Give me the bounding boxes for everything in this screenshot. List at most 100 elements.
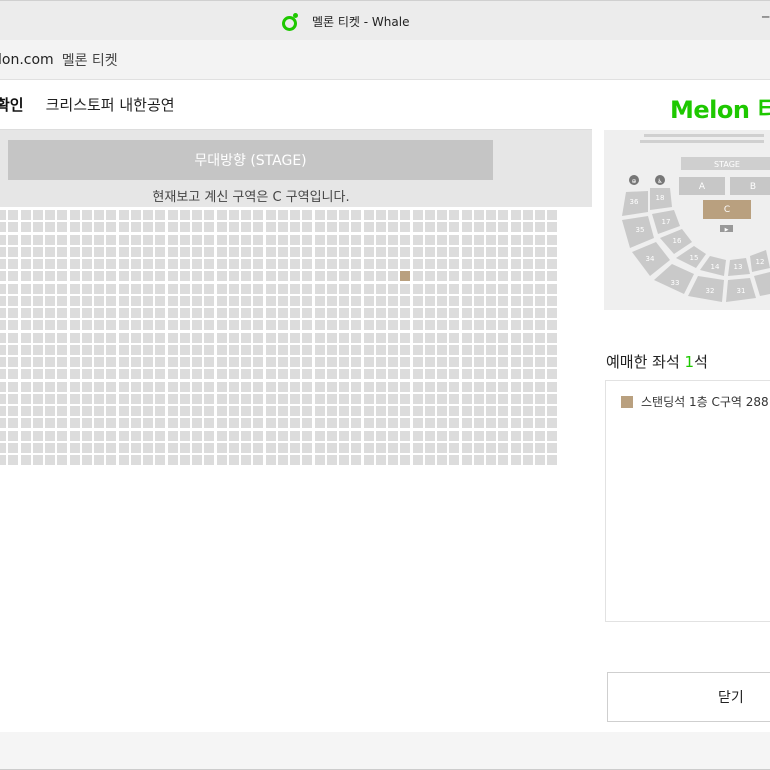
seat[interactable] <box>473 393 484 404</box>
seat[interactable] <box>0 406 6 416</box>
seat[interactable] <box>143 295 153 306</box>
seat[interactable] <box>277 381 288 392</box>
seat[interactable] <box>326 222 337 233</box>
seat[interactable] <box>204 393 215 404</box>
seat[interactable] <box>486 234 496 245</box>
seat[interactable] <box>375 295 386 306</box>
seat[interactable] <box>241 393 251 404</box>
seat[interactable] <box>302 320 313 331</box>
seat[interactable] <box>265 308 276 318</box>
seat[interactable] <box>302 393 313 404</box>
seat[interactable] <box>363 295 374 306</box>
seat[interactable] <box>473 332 484 343</box>
seat[interactable] <box>510 406 521 416</box>
seat[interactable] <box>388 222 398 233</box>
seat[interactable] <box>241 344 251 355</box>
seat[interactable] <box>192 442 202 453</box>
seat[interactable] <box>473 442 484 453</box>
seat[interactable] <box>461 381 472 392</box>
seat[interactable] <box>351 418 362 429</box>
seat[interactable] <box>253 442 264 453</box>
seat[interactable] <box>32 320 43 331</box>
seat[interactable] <box>118 222 129 233</box>
seat[interactable] <box>57 418 68 429</box>
seat[interactable] <box>143 308 153 318</box>
seat[interactable] <box>302 442 313 453</box>
seat[interactable] <box>179 344 190 355</box>
seat[interactable] <box>498 320 509 331</box>
seat[interactable] <box>351 259 362 269</box>
seat[interactable] <box>339 393 349 404</box>
seat[interactable] <box>216 406 227 416</box>
seat[interactable] <box>363 259 374 269</box>
seat[interactable] <box>339 418 349 429</box>
seat[interactable] <box>204 381 215 392</box>
seat[interactable] <box>45 332 55 343</box>
seat[interactable] <box>290 344 300 355</box>
seat[interactable] <box>155 332 166 343</box>
seat[interactable] <box>0 332 6 343</box>
seat[interactable] <box>69 246 80 257</box>
seat[interactable] <box>106 455 117 465</box>
seat[interactable] <box>192 283 202 294</box>
seat[interactable] <box>314 418 325 429</box>
seat[interactable] <box>449 455 460 465</box>
seat[interactable] <box>32 442 43 453</box>
seat[interactable] <box>241 246 251 257</box>
seat[interactable] <box>253 406 264 416</box>
seat[interactable] <box>522 234 533 245</box>
seat[interactable] <box>57 430 68 441</box>
seat[interactable] <box>437 332 447 343</box>
seat[interactable] <box>522 295 533 306</box>
seat[interactable] <box>81 344 92 355</box>
seat[interactable] <box>277 430 288 441</box>
seat[interactable] <box>167 344 178 355</box>
seat[interactable] <box>179 442 190 453</box>
seat[interactable] <box>339 210 349 220</box>
seat[interactable] <box>437 344 447 355</box>
seat[interactable] <box>498 418 509 429</box>
seat[interactable] <box>351 295 362 306</box>
seat[interactable] <box>351 332 362 343</box>
seat[interactable] <box>277 320 288 331</box>
seat[interactable] <box>473 455 484 465</box>
seat[interactable] <box>216 283 227 294</box>
seat[interactable] <box>461 222 472 233</box>
seat[interactable] <box>510 381 521 392</box>
seat[interactable] <box>522 271 533 282</box>
seat[interactable] <box>216 332 227 343</box>
seat[interactable] <box>106 234 117 245</box>
seat[interactable] <box>81 283 92 294</box>
seat[interactable] <box>449 393 460 404</box>
seat[interactable] <box>388 381 398 392</box>
seat[interactable] <box>253 246 264 257</box>
seat[interactable] <box>510 271 521 282</box>
seat[interactable] <box>118 283 129 294</box>
seat[interactable] <box>57 393 68 404</box>
seat[interactable] <box>424 418 435 429</box>
seat[interactable] <box>498 234 509 245</box>
seat[interactable] <box>522 283 533 294</box>
seat[interactable] <box>228 234 239 245</box>
seat[interactable] <box>498 295 509 306</box>
seat[interactable] <box>424 246 435 257</box>
seat[interactable] <box>449 234 460 245</box>
seat[interactable] <box>167 357 178 367</box>
seat[interactable] <box>375 246 386 257</box>
seat[interactable] <box>94 442 104 453</box>
seat[interactable] <box>241 259 251 269</box>
seat[interactable] <box>32 234 43 245</box>
seat[interactable] <box>473 320 484 331</box>
seat[interactable] <box>155 295 166 306</box>
seat[interactable] <box>130 344 141 355</box>
seat[interactable] <box>192 320 202 331</box>
seat[interactable] <box>449 406 460 416</box>
seat[interactable] <box>326 344 337 355</box>
seat[interactable] <box>167 271 178 282</box>
seat[interactable] <box>486 418 496 429</box>
address-bar[interactable]: lon.com 멜론 티켓 <box>0 40 770 80</box>
seat[interactable] <box>339 455 349 465</box>
seat[interactable] <box>302 259 313 269</box>
seat[interactable] <box>241 406 251 416</box>
seat[interactable] <box>241 308 251 318</box>
